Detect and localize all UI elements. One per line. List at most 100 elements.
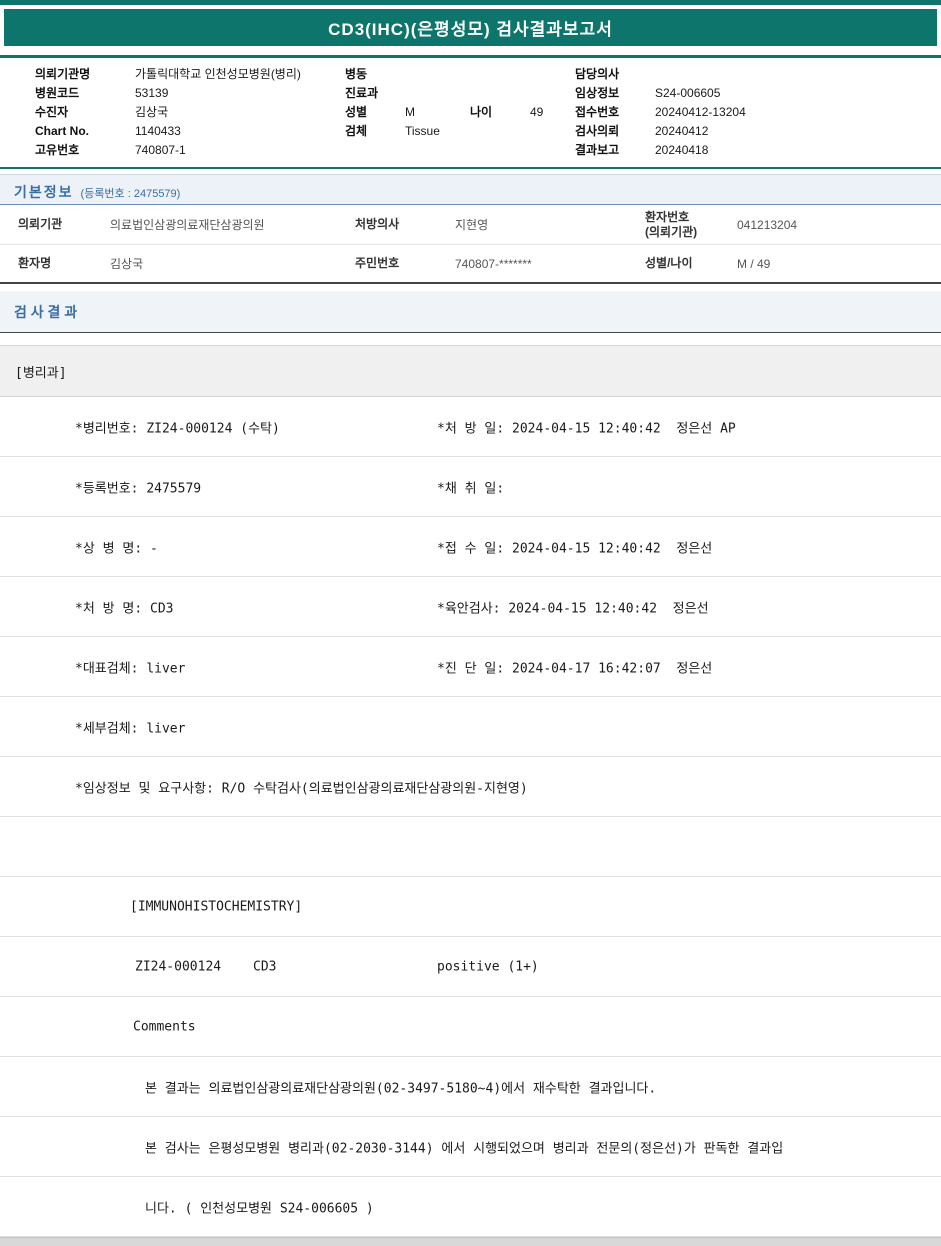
department-field-row: 진료과 (345, 83, 575, 102)
ward-row: 병동 (345, 64, 575, 83)
basic-info-title: 기본정보 (14, 184, 74, 200)
result-right-text: *진 단 일: 2024-04-17 16:42:07 정은선 (437, 661, 713, 676)
result-row-comments-label: Comments (0, 997, 941, 1057)
comment-text: 본 검사는 은평성모병원 병리과(02-2030-3144) 에서 시행되었으며… (145, 1141, 784, 1156)
ihc-test-name: CD3 (253, 959, 277, 974)
request-date-value: 20240412 (655, 123, 709, 138)
result-left-text: *병리번호: ZI24-000124 (수탁) (75, 421, 280, 436)
result-right-text: *채 취 일: (437, 481, 505, 496)
comment-text: 니다. ( 인천성모병원 S24-006605 ) (145, 1201, 374, 1216)
department-field-label: 진료과 (345, 86, 379, 100)
department-band: [병리과] (0, 345, 941, 397)
result-row-pathology-no: *병리번호: ZI24-000124 (수탁) *처 방 일: 2024-04-… (0, 397, 941, 457)
age-label: 나이 (470, 105, 493, 119)
hospital-code-row: 병원코드 53139 (35, 83, 345, 102)
clinical-info-label: 임상정보 (575, 86, 620, 100)
clinical-info-value: S24-006605 (655, 85, 721, 100)
prescribing-doctor-label: 처방의사 (355, 217, 400, 231)
result-left-text: *상 병 명: - (75, 541, 158, 556)
requesting-org-cell-value: 의료법인삼광의료재단삼광의원 (110, 218, 265, 232)
test-result-title: 검 사 결 과 (14, 303, 78, 320)
result-row-ihc-header: [IMMUNOHISTOCHEMISTRY] (0, 877, 941, 937)
header-left-column: 의뢰기관명 가톨릭대학교 인천성모병원(병리) 병원코드 53139 수진자 김… (35, 64, 345, 159)
comments-label: Comments (133, 1019, 196, 1034)
registration-no: (등록번호 : 2475579) (80, 188, 181, 200)
specimen-row: 검체 Tissue (345, 121, 575, 140)
ihc-header-text: [IMMUNOHISTOCHEMISTRY] (130, 899, 303, 914)
requesting-org-value: 가톨릭대학교 인천성모병원(병리) (135, 67, 301, 81)
result-row-empty (0, 817, 941, 877)
result-left-text: *임상정보 및 요구사항: R/O 수탁검사(의료법인삼광의료재단삼광의원-지현… (75, 781, 528, 796)
sex-age-cell-label: 성별/나이 (645, 256, 693, 270)
prescribing-doctor-value: 지현영 (455, 218, 489, 232)
examinee-row: 수진자 김상국 (35, 102, 345, 121)
request-date-row: 검사의뢰 20240412 (575, 121, 941, 140)
requesting-org-label: 의뢰기관명 (35, 67, 91, 81)
result-left-text: *대표검체: liver (75, 661, 186, 676)
examinee-value: 김상국 (135, 105, 169, 119)
patient-name-value: 김상국 (110, 257, 144, 271)
report-date-row: 결과보고 20240418 (575, 140, 941, 159)
result-right-text: *접 수 일: 2024-04-15 12:40:42 정은선 (437, 541, 713, 556)
report-date-label: 결과보고 (575, 143, 620, 157)
request-date-label: 검사의뢰 (575, 124, 620, 138)
patient-header: 의뢰기관명 가톨릭대학교 인천성모병원(병리) 병원코드 53139 수진자 김… (0, 55, 941, 169)
age-value: 49 (530, 104, 544, 119)
basic-info-table: 의뢰기관 의료법인삼광의료재단삼광의원 처방의사 지현영 환자번호 (의뢰기관)… (0, 205, 941, 284)
result-left-text: *등록번호: 2475579 (75, 481, 202, 496)
report-page: CD3(IHC)(은평성모) 검사결과보고서 의뢰기관명 가톨릭대학교 인천성모… (0, 0, 941, 1246)
ward-label: 병동 (345, 67, 368, 81)
clinical-info-row: 임상정보 S24-006605 (575, 83, 941, 102)
basic-info-row: 환자명 김상국 주민번호 740807-******* 성별/나이 M / 49 (0, 245, 941, 282)
receipt-no-value: 20240412-13204 (655, 104, 746, 119)
report-title-bar: CD3(IHC)(은평성모) 검사결과보고서 (4, 9, 937, 46)
sex-age-row: 성별 M 나이 49 (345, 102, 575, 121)
result-row-clinical-request: *임상정보 및 요구사항: R/O 수탁검사(의료법인삼광의료재단삼광의원-지현… (0, 757, 941, 817)
result-row-sub-specimen: *세부검체: liver (0, 697, 941, 757)
result-row-order-name: *처 방 명: CD3 *육안검사: 2024-04-15 12:40:42 정… (0, 577, 941, 637)
result-row-main-specimen: *대표검체: liver *진 단 일: 2024-04-17 16:42:07… (0, 637, 941, 697)
top-accent-bar (0, 0, 941, 5)
header-right-column: 담당의사 임상정보 S24-006605 접수번호 20240412-13204… (575, 64, 941, 159)
patient-no-label: 환자번호 (의뢰기관) (645, 210, 737, 240)
patient-name-label: 환자명 (18, 256, 52, 270)
hospital-code-value: 53139 (135, 85, 169, 100)
report-date-value: 20240418 (655, 142, 709, 157)
report-title: CD3(IHC)(은평성모) 검사결과보고서 (328, 20, 613, 39)
sex-age-cell-value: M / 49 (737, 256, 771, 271)
test-result-section-header: 검 사 결 과 (0, 291, 941, 333)
department-label: [병리과] (15, 365, 67, 381)
ihc-result-value: positive (1+) (437, 959, 539, 974)
sex-value: M (405, 104, 415, 119)
result-left-text: *처 방 명: CD3 (75, 601, 174, 616)
patient-no-value: 041213204 (737, 217, 798, 232)
chart-no-value: 1140433 (135, 123, 181, 138)
specimen-label: 검체 (345, 124, 368, 138)
chart-no-label: Chart No. (35, 123, 89, 138)
specimen-value: Tissue (405, 123, 440, 138)
attending-doctor-label: 담당의사 (575, 67, 620, 81)
unique-no-row: 고유번호 740807-1 (35, 140, 345, 159)
basic-info-section-header: 기본정보 (등록번호 : 2475579) (0, 174, 941, 205)
result-row-comment: 본 결과는 의료법인삼광의료재단삼광의원(02-3497-5180~4)에서 재… (0, 1057, 941, 1117)
chart-no-row: Chart No. 1140433 (35, 121, 345, 140)
sex-label: 성별 (345, 105, 368, 119)
unique-no-label: 고유번호 (35, 143, 80, 157)
resident-no-value: 740807-******* (455, 256, 532, 271)
patient-no-label-line1: 환자번호 (645, 209, 690, 224)
receipt-no-label: 접수번호 (575, 105, 620, 119)
result-row-registration-no: *등록번호: 2475579 *채 취 일: (0, 457, 941, 517)
ihc-slide-no: ZI24-000124 (135, 959, 222, 974)
result-right-text: *육안검사: 2024-04-15 12:40:42 정은선 (437, 601, 709, 616)
bottom-bar (0, 1237, 941, 1246)
unique-no-value: 740807-1 (135, 142, 186, 157)
result-row-comment: 니다. ( 인천성모병원 S24-006605 ) (0, 1177, 941, 1237)
hospital-code-label: 병원코드 (35, 86, 80, 100)
result-row-ihc-result: ZI24-000124 CD3 positive (1+) (0, 937, 941, 997)
patient-no-label-line2: (의뢰기관) (645, 224, 698, 239)
receipt-no-row: 접수번호 20240412-13204 (575, 102, 941, 121)
result-row-diagnosis-name: *상 병 명: - *접 수 일: 2024-04-15 12:40:42 정은… (0, 517, 941, 577)
result-left-text: *세부검체: liver (75, 721, 186, 736)
header-middle-column: 병동 진료과 성별 M 나이 49 검체 Tissue (345, 64, 575, 159)
examinee-label: 수진자 (35, 105, 69, 119)
